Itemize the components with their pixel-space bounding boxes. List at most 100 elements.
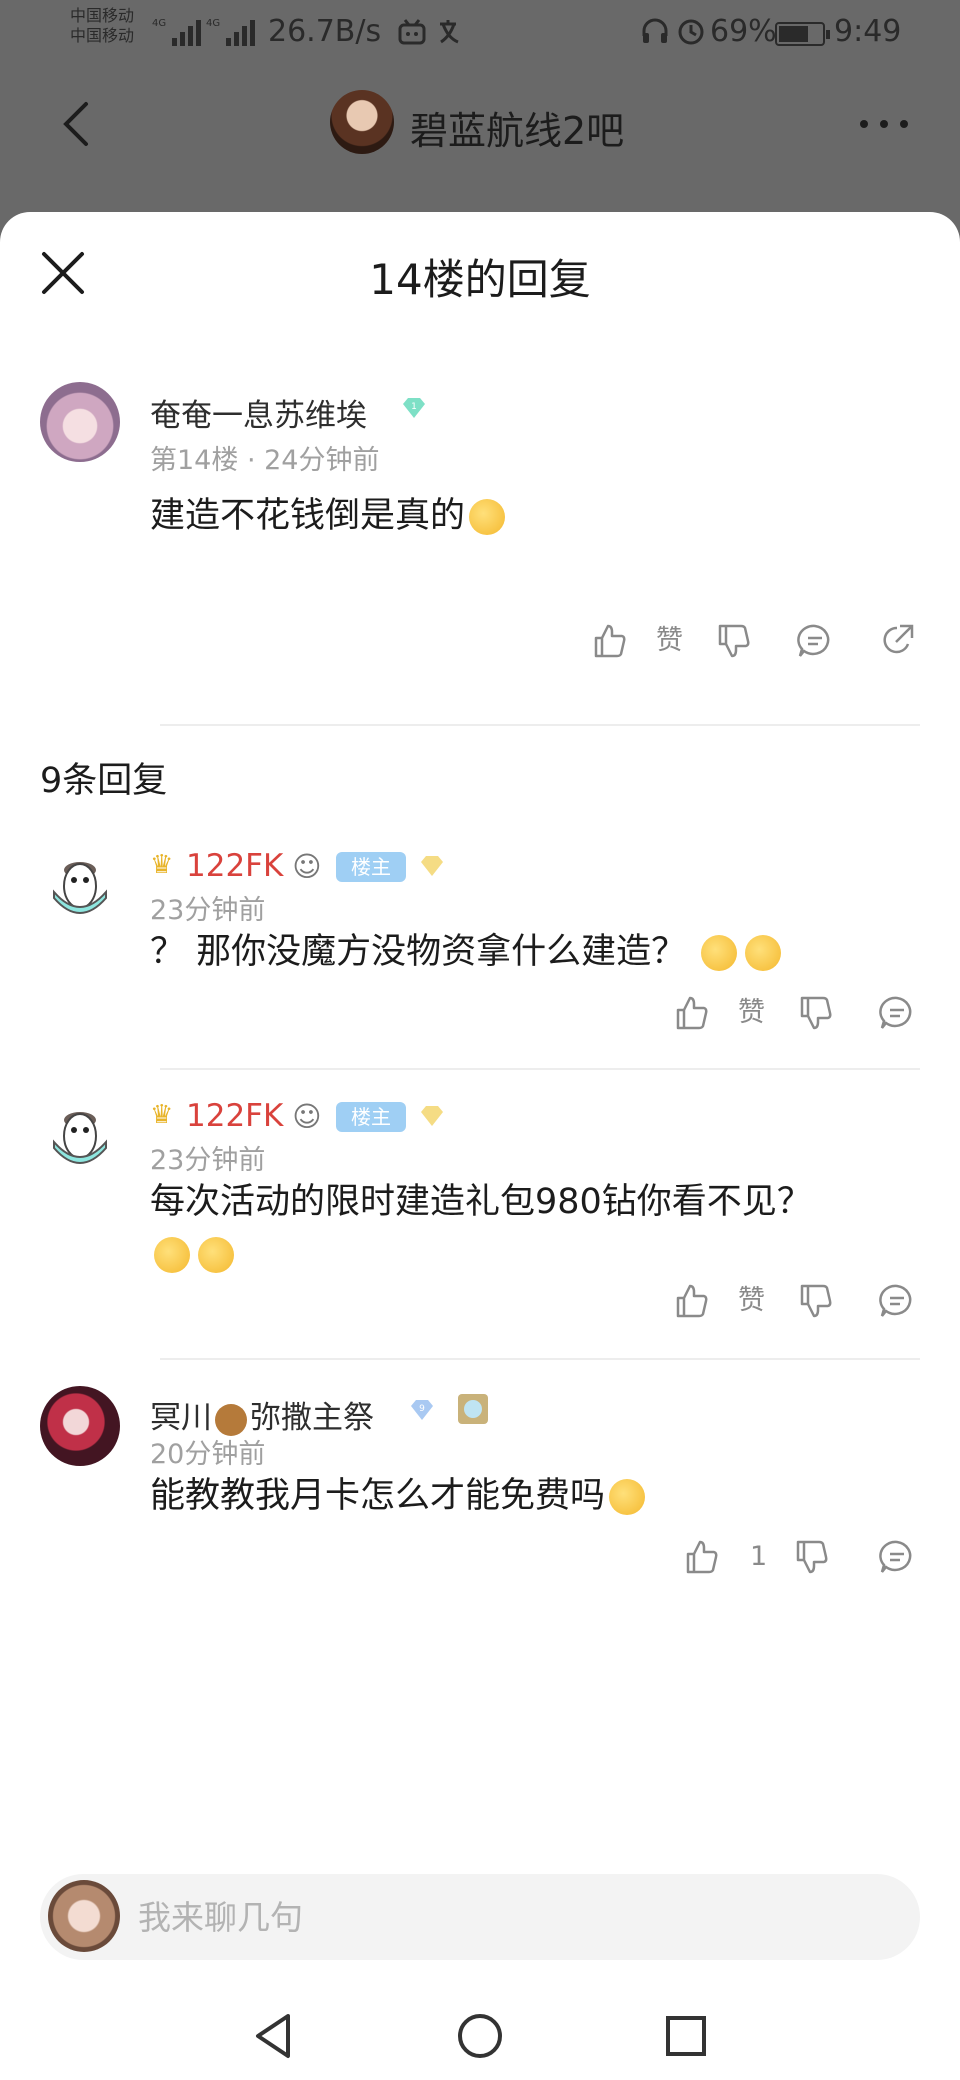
op-badge: 楼主	[336, 852, 406, 882]
translate-icon	[440, 20, 459, 44]
post-time: 24分钟前	[264, 445, 380, 476]
ghost-icon: ☺	[283, 850, 322, 883]
comment-button[interactable]	[878, 1276, 916, 1326]
like-button[interactable]	[590, 616, 628, 666]
dislike-button[interactable]	[796, 988, 834, 1038]
comment-icon	[879, 1540, 912, 1573]
reply-text: ？ 那你没魔方没物资拿什么建造？	[150, 926, 910, 978]
comment-button[interactable]	[878, 988, 916, 1038]
author-name[interactable]: 冥川 弥撒主祭	[150, 1392, 374, 1437]
comment-button[interactable]	[878, 1532, 916, 1582]
emoji-icon	[609, 1479, 646, 1515]
dislike-button[interactable]	[792, 1532, 830, 1582]
reply-actions: 赞	[672, 1276, 920, 1326]
forum-name[interactable]: 碧蓝航线2吧	[410, 100, 624, 155]
monkey-icon	[215, 1403, 247, 1436]
thumb-up-icon	[676, 1284, 708, 1318]
ghost-icon: ☺	[283, 1100, 322, 1133]
nav-home-icon[interactable]	[450, 2006, 510, 2066]
author-name[interactable]: 122FK ☺	[186, 1098, 321, 1134]
emoji-icon	[198, 1237, 234, 1273]
dislike-button[interactable]	[796, 1276, 834, 1326]
svg-text:4G: 4G	[152, 18, 166, 29]
svg-text:4G: 4G	[206, 18, 220, 29]
battery-icon	[775, 22, 830, 46]
author-name[interactable]: 奄奄一息苏维埃	[150, 390, 367, 435]
author-name-text: 122FK	[186, 848, 284, 884]
reply-item: ♛ 122FK ☺ 楼主 23分钟前 ？ 那你没魔方没物资拿什么建造？ 赞	[0, 842, 960, 1062]
level-gem-icon: 1	[403, 398, 425, 418]
reply-input[interactable]	[138, 1892, 898, 1942]
level-gem-icon	[421, 1106, 443, 1126]
thumb-down-icon	[800, 996, 832, 1030]
author-name-part-a: 冥川	[150, 1400, 212, 1436]
alarm-icon	[678, 19, 704, 45]
main-post: 奄奄一息苏维埃 1 第14楼 · 24分钟前 建造不花钱倒是真的 赞	[0, 382, 960, 712]
reply-time: 20分钟前	[150, 1439, 266, 1470]
post-text-content: 建造不花钱倒是真的	[150, 496, 466, 536]
divider	[160, 1358, 920, 1360]
sheet-title: 14楼的回复	[369, 255, 591, 304]
author-name-part-b: 弥撒主祭	[250, 1400, 374, 1436]
comment-icon	[879, 1284, 912, 1317]
svg-text:1: 1	[411, 402, 417, 412]
thumb-down-icon	[800, 1284, 832, 1318]
reply-sheet: 14楼的回复 奄奄一息苏维埃 1 第14楼 · 24分钟前 建造不花钱倒是真的 …	[0, 212, 960, 2080]
avatar[interactable]	[40, 382, 120, 462]
signal-icon-2: 4G	[206, 18, 255, 46]
svg-text:9: 9	[419, 1404, 425, 1414]
like-label: 赞	[738, 1285, 765, 1316]
share-button[interactable]	[878, 616, 916, 666]
signal-icon-1: 4G	[152, 18, 201, 46]
carrier-labels: 中国移动 中国移动	[70, 6, 134, 46]
medal-icon	[458, 1394, 488, 1424]
post-actions: 赞	[590, 616, 920, 666]
author-name[interactable]: 122FK ☺	[186, 848, 321, 884]
reply-text: 每次活动的限时建造礼包980钻你看不见？	[150, 1176, 910, 1280]
carrier-1: 中国移动	[70, 6, 135, 25]
nav-recents-icon[interactable]	[656, 2006, 716, 2066]
network-speed: 26.7B/s	[268, 14, 382, 49]
op-badge: 楼主	[336, 1102, 406, 1132]
system-nav-bar	[0, 1992, 960, 2080]
reply-text-content: 每次活动的限时建造礼包980钻你看不见？	[150, 1182, 812, 1222]
avatar[interactable]	[40, 1092, 120, 1172]
like-button[interactable]	[672, 1276, 710, 1326]
forum-avatar[interactable]	[330, 90, 394, 154]
reply-text: 能教教我月卡怎么才能免费吗	[150, 1470, 910, 1522]
sheet-header: 14楼的回复	[0, 212, 960, 332]
more-options-button[interactable]	[854, 104, 914, 144]
comment-button[interactable]	[796, 616, 834, 666]
avatar[interactable]	[40, 1386, 120, 1466]
replies-count: 9条回复	[40, 761, 168, 801]
crown-icon: ♛	[150, 850, 174, 880]
reply-item: ♛ 122FK ☺ 楼主 23分钟前 每次活动的限时建造礼包980钻你看不见？ …	[0, 1092, 960, 1372]
like-count: 1	[750, 1541, 768, 1572]
author-name-text: 122FK	[186, 1098, 284, 1134]
nav-back-icon[interactable]	[244, 2006, 304, 2066]
reply-text-content: 能教教我月卡怎么才能免费吗	[150, 1476, 606, 1516]
emoji-icon	[469, 499, 506, 535]
status-bar: 中国移动 中国移动 4G 4G 26.7B/s 69% 9:49	[0, 0, 960, 64]
floor-label: 第14楼	[150, 445, 239, 476]
bilibili-icon	[398, 19, 426, 45]
avatar[interactable]	[40, 842, 120, 922]
divider	[160, 1068, 920, 1070]
reply-text-content: ？ 那你没魔方没物资拿什么建造？	[150, 932, 687, 972]
reply-composer	[40, 1874, 920, 1960]
thumb-up-icon	[594, 624, 626, 658]
dislike-button[interactable]	[714, 616, 752, 666]
top-bar: 碧蓝航线2吧	[0, 64, 960, 184]
emoji-icon	[701, 935, 738, 971]
like-button[interactable]	[682, 1532, 720, 1582]
emoji-icon	[154, 1237, 190, 1273]
thumb-up-icon	[676, 996, 708, 1030]
level-gem-icon	[421, 856, 443, 876]
level-gem-icon: 9	[411, 1400, 433, 1420]
thumb-up-icon	[686, 1540, 718, 1574]
like-button[interactable]	[672, 988, 710, 1038]
clock: 9:49	[834, 14, 902, 49]
reply-time: 23分钟前	[150, 1145, 266, 1176]
back-button[interactable]	[50, 94, 110, 154]
share-icon	[883, 624, 914, 654]
